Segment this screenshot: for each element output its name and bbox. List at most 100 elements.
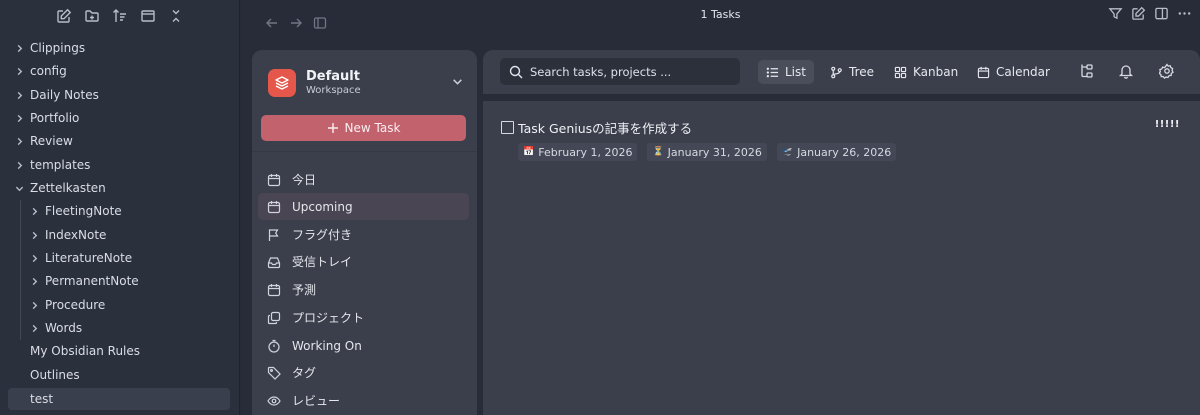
tree-folder-fleetingnote[interactable]: FleetingNote: [27, 200, 122, 222]
tree-item-label: PermanentNote: [45, 274, 139, 288]
tree-folder-portfolio[interactable]: Portfolio: [12, 107, 79, 129]
nav-item-label: Working On: [292, 338, 362, 353]
search-input[interactable]: [530, 64, 730, 79]
tree-folder-permanentnote[interactable]: PermanentNote: [27, 270, 139, 292]
nav-item-inbox[interactable]: 受信トレイ: [258, 248, 469, 275]
list-icon: [766, 66, 779, 79]
nav-item-label: レビュー: [292, 394, 341, 408]
tree-item-label: Zettelkasten: [30, 181, 106, 195]
tree-item-label: Portfolio: [30, 111, 80, 125]
nav-item-forecast[interactable]: 予測: [258, 276, 469, 303]
more-options-icon[interactable]: [1177, 6, 1192, 21]
due-date-chip[interactable]: 📅 February 1, 2026: [518, 143, 638, 161]
new-note-icon[interactable]: [54, 6, 74, 26]
tree-folder-review[interactable]: Review: [12, 130, 73, 152]
task-sidebar: Default Workspace New Task 今日 Upcoming フ…: [252, 50, 477, 415]
split-view-icon[interactable]: [1154, 6, 1169, 21]
tree-folder-indexnote[interactable]: IndexNote: [27, 224, 106, 246]
edit-icon[interactable]: [1131, 6, 1146, 21]
tree-file-my-obsidian-rules[interactable]: My Obsidian Rules: [30, 340, 140, 362]
tree-folder-daily-notes[interactable]: Daily Notes: [12, 84, 99, 106]
filter-icon[interactable]: [1108, 6, 1123, 21]
tree-indent-guide: [20, 200, 21, 340]
nav-item-working-on[interactable]: Working On: [258, 332, 469, 359]
view-list-button[interactable]: List: [758, 60, 814, 84]
workspace-switcher[interactable]: Default Workspace: [268, 68, 463, 98]
tree-file-outlines[interactable]: Outlines: [30, 364, 80, 386]
tree-item-label: Procedure: [45, 298, 106, 312]
search-box[interactable]: [500, 58, 740, 85]
scheduled-date-chip[interactable]: ⏳ January 31, 2026: [647, 143, 767, 161]
new-task-button[interactable]: New Task: [261, 115, 466, 141]
sort-icon[interactable]: [110, 6, 130, 26]
view-tree-label: Tree: [849, 65, 875, 79]
tree-item-label: test: [30, 392, 54, 406]
nav-item-label: Upcoming: [292, 199, 353, 214]
new-task-label: New Task: [344, 121, 401, 135]
nav-item-projects[interactable]: プロジェクト: [258, 304, 469, 331]
tree-folder-zettelkasten[interactable]: Zettelkasten: [12, 177, 106, 199]
chevron-right-icon: [27, 277, 41, 286]
inbox-icon: [266, 255, 282, 269]
tree-folder-words[interactable]: Words: [27, 317, 82, 339]
collapse-view-icon[interactable]: [138, 6, 158, 26]
collapse-all-icon[interactable]: [166, 6, 186, 26]
tree-file-test[interactable]: test: [8, 388, 230, 410]
tree-item-label: FleetingNote: [45, 204, 122, 218]
calendar-icon: [977, 66, 990, 79]
tree-folder-procedure[interactable]: Procedure: [27, 294, 105, 316]
view-kanban-button[interactable]: Kanban: [886, 60, 966, 84]
tree-folder-templates[interactable]: templates: [12, 154, 90, 176]
grid-icon: [894, 66, 907, 79]
tree-item-label: templates: [30, 158, 91, 172]
nav-item-today[interactable]: 今日: [258, 166, 469, 193]
nav-item-tags[interactable]: タグ: [258, 359, 469, 386]
content-toolbar: List Tree Kanban Calendar: [483, 50, 1200, 94]
bell-icon[interactable]: [1118, 63, 1134, 79]
layers-icon: [268, 69, 296, 97]
tree-folder-clippings[interactable]: Clippings: [12, 37, 85, 59]
nav-item-label: 受信トレイ: [292, 255, 353, 269]
settings-gear-icon[interactable]: [1159, 63, 1175, 79]
nav-item-label: フラグ付き: [292, 228, 353, 242]
divider: [252, 151, 477, 152]
chevron-right-icon: [12, 67, 26, 76]
tree-folder-literaturenote[interactable]: LiteratureNote: [27, 247, 132, 269]
view-calendar-button[interactable]: Calendar: [969, 60, 1058, 84]
tree-item-label: IndexNote: [45, 228, 107, 242]
plus-icon: [327, 122, 339, 134]
calendar-icon: [266, 173, 282, 187]
hierarchy-icon[interactable]: [1078, 63, 1094, 79]
nav-item-upcoming[interactable]: Upcoming: [258, 193, 469, 220]
chevron-right-icon: [12, 44, 26, 53]
nav-item-label: 予測: [292, 283, 317, 297]
view-tree-button[interactable]: Tree: [822, 60, 882, 84]
airplane-emoji-icon: 🛫: [781, 147, 794, 157]
new-folder-icon[interactable]: [82, 6, 102, 26]
back-arrow-icon[interactable]: [265, 16, 279, 30]
nav-item-flagged[interactable]: フラグ付き: [258, 221, 469, 248]
view-calendar-label: Calendar: [996, 65, 1050, 79]
calendar-emoji-icon: 📅: [523, 147, 535, 157]
forward-arrow-icon[interactable]: [289, 16, 303, 30]
workspace-subtitle: Workspace: [306, 85, 361, 96]
tree-item-label: config: [30, 64, 67, 78]
calendar-icon: [266, 200, 282, 214]
nav-item-review[interactable]: レビュー: [258, 387, 469, 414]
tree-item-label: Words: [45, 321, 83, 335]
task-title: Task Geniusの記事を作成する: [518, 121, 693, 136]
chevron-right-icon: [12, 114, 26, 123]
nav-item-label: 今日: [292, 173, 317, 187]
tree-item-label: Outlines: [30, 368, 80, 382]
chevron-right-icon: [12, 161, 26, 170]
tree-item-label: Clippings: [30, 41, 86, 55]
tree-folder-config[interactable]: config: [12, 60, 67, 82]
task-item[interactable]: Task Geniusの記事を作成する: [501, 118, 692, 137]
workspace-name: Default: [306, 69, 360, 84]
start-date-chip[interactable]: 🛫 January 26, 2026: [776, 143, 897, 161]
task-list: Task Geniusの記事を作成する !!!!! 📅 February 1, …: [483, 101, 1200, 415]
chevron-right-icon: [27, 301, 41, 310]
task-checkbox[interactable]: [501, 121, 514, 134]
chevron-down-icon: [12, 184, 26, 193]
sidebar-toggle-icon[interactable]: [313, 16, 327, 30]
